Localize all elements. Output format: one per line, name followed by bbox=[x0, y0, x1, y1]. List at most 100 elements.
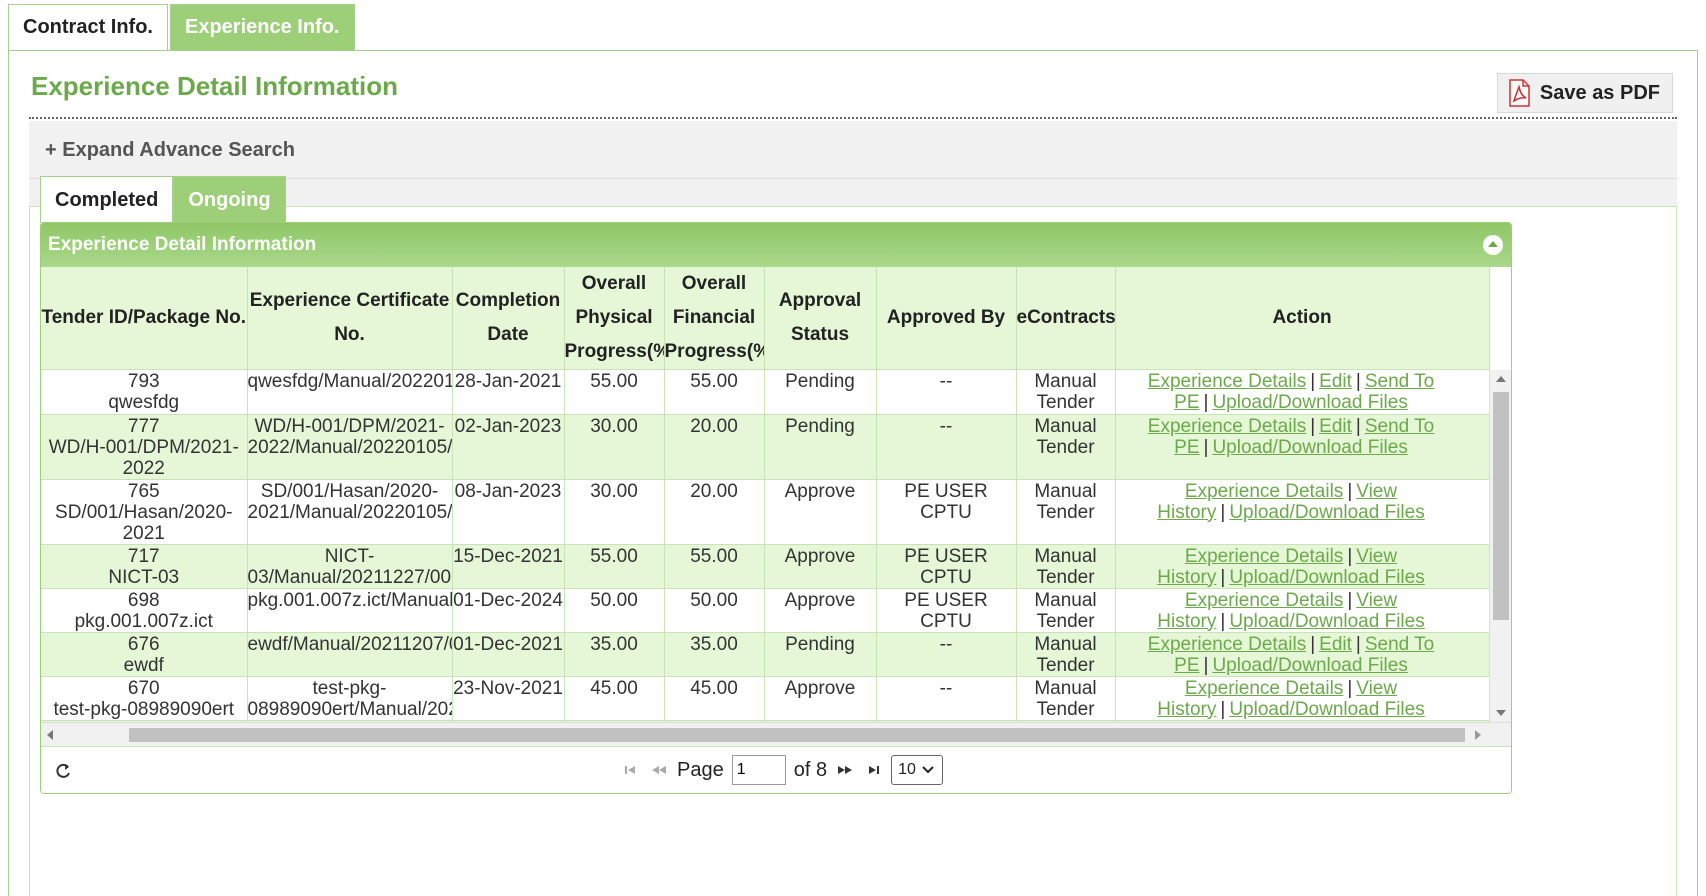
top-tabs: Contract Info. Experience Info. bbox=[8, 4, 355, 51]
action-separator: | bbox=[1347, 545, 1353, 567]
page-size-value: 10 bbox=[898, 761, 916, 778]
page-label: Page bbox=[677, 758, 724, 781]
scroll-right-icon[interactable] bbox=[1475, 730, 1481, 740]
cell-certificate-no: SD/001/Hasan/2020-2021/Manual/20220105/0 bbox=[247, 479, 453, 544]
action-separator: | bbox=[1355, 633, 1361, 655]
experience-details-link[interactable]: Experience Details bbox=[1148, 416, 1306, 437]
cell-tender-id-text: NICT-03 bbox=[108, 566, 180, 588]
scroll-left-icon[interactable] bbox=[47, 730, 53, 740]
cell-tender-id-text: SD/001/Hasan/2020-2021 bbox=[55, 501, 233, 544]
upload-download-files-link[interactable]: Upload/Download Files bbox=[1229, 567, 1424, 588]
tab-experience-info[interactable]: Experience Info. bbox=[170, 4, 355, 51]
cell-completion-date-text: 01-Dec-2024 bbox=[453, 589, 563, 611]
upload-download-files-link[interactable]: Upload/Download Files bbox=[1229, 502, 1424, 523]
next-page-icon[interactable] bbox=[835, 760, 855, 780]
experience-details-link[interactable]: Experience Details bbox=[1148, 634, 1306, 655]
expand-advance-search[interactable]: + Expand Advance Search bbox=[29, 121, 1677, 179]
tab-ongoing[interactable]: Ongoing bbox=[173, 176, 286, 223]
cell-action: Experience Details | View History | Upload/D… bbox=[1115, 588, 1490, 632]
first-page-icon[interactable] bbox=[621, 760, 641, 780]
cell-physical-progress-text: 35.00 bbox=[590, 633, 638, 655]
cell-financial-progress: 55.00 bbox=[664, 544, 765, 588]
upload-download-files-link[interactable]: Upload/Download Files bbox=[1229, 611, 1424, 632]
table-row[interactable]: 676 ewdf ewdf/Manual/20211207/0 01-Dec-2021… bbox=[41, 632, 1490, 676]
edit-link[interactable]: Edit bbox=[1319, 416, 1352, 437]
cell-econtracts-text: Manual Tender bbox=[1034, 371, 1097, 413]
col-header-financial-progress[interactable]: Overall Financial Progress(%) bbox=[664, 267, 765, 370]
grid-body[interactable]: 793 qwesfdg qwesfdg/Manual/2022010 28-Jan-2… bbox=[41, 370, 1511, 722]
table-row[interactable]: 765 SD/001/Hasan/2020-2021 SD/001/Hasan/20… bbox=[41, 479, 1490, 544]
horizontal-scrollbar[interactable] bbox=[41, 722, 1511, 746]
cell-tender-id-text: 793 bbox=[127, 371, 160, 392]
cell-certificate-no: ewdf/Manual/20211207/0 bbox=[247, 632, 453, 676]
horizontal-scroll-thumb[interactable] bbox=[129, 728, 1465, 742]
col-header-certificate-no[interactable]: Experience Certificate No. bbox=[247, 267, 453, 370]
col-header-econtracts[interactable]: eContracts bbox=[1016, 267, 1116, 370]
col-header-approved-by[interactable]: Approved By bbox=[876, 267, 1017, 370]
scroll-down-icon[interactable] bbox=[1496, 710, 1506, 716]
edit-link[interactable]: Edit bbox=[1319, 371, 1352, 392]
cell-approval-status-text: Pending bbox=[785, 371, 855, 392]
page-count: of 8 bbox=[793, 758, 828, 781]
cell-econtracts-text: Manual Tender bbox=[1034, 545, 1097, 588]
col-header-physical-progress[interactable]: Overall Physical Progress(%) bbox=[564, 267, 665, 370]
cell-approved-by: PE USER CPTU bbox=[876, 588, 1017, 632]
experience-details-link[interactable]: Experience Details bbox=[1185, 481, 1343, 502]
experience-details-link[interactable]: Experience Details bbox=[1185, 590, 1343, 611]
table-row[interactable]: 777 WD/H-001/DPM/2021-2022 WD/H-001/DPM/20… bbox=[41, 414, 1490, 479]
scroll-up-icon[interactable] bbox=[1496, 376, 1506, 382]
cell-action: Experience Details | View History | Upload/D… bbox=[1115, 479, 1490, 544]
experience-details-link[interactable]: Experience Details bbox=[1148, 371, 1306, 392]
edit-link[interactable]: Edit bbox=[1319, 634, 1352, 655]
cell-physical-progress: 50.00 bbox=[564, 588, 665, 632]
cell-physical-progress: 30.00 bbox=[564, 414, 665, 479]
refresh-icon[interactable] bbox=[53, 761, 73, 781]
table-row[interactable]: 670 test-pkg-08989090ert test-pkg-08989090… bbox=[41, 676, 1490, 720]
cell-physical-progress-text: 30.00 bbox=[590, 480, 638, 502]
cell-tender-id-text: ewdf bbox=[123, 654, 164, 676]
cell-approval-status-text: Approve bbox=[784, 545, 856, 567]
pager: Page of 8 10 bbox=[41, 746, 1511, 793]
vertical-scrollbar[interactable] bbox=[1489, 370, 1511, 722]
experience-details-link[interactable]: Experience Details bbox=[1185, 678, 1343, 699]
prev-page-icon[interactable] bbox=[649, 760, 669, 780]
cell-financial-progress-text: 35.00 bbox=[690, 633, 738, 655]
vertical-scroll-thumb[interactable] bbox=[1493, 392, 1509, 620]
collapse-icon[interactable] bbox=[1483, 235, 1503, 255]
tab-contract-info[interactable]: Contract Info. bbox=[8, 4, 168, 51]
tab-completed[interactable]: Completed bbox=[40, 176, 174, 223]
sub-tabs: Completed Ongoing bbox=[40, 176, 286, 223]
cell-approval-status: Approve bbox=[764, 588, 877, 632]
cell-tender-id: 670 test-pkg-08989090ert bbox=[41, 676, 248, 720]
page-size-select[interactable]: 10 bbox=[891, 755, 944, 785]
col-header-action: Action bbox=[1115, 267, 1490, 370]
save-as-pdf-button[interactable]: Save as PDF bbox=[1496, 73, 1673, 113]
cell-econtracts-text: Manual Tender bbox=[1034, 480, 1097, 523]
cell-tender-id-text: 765 bbox=[127, 480, 160, 502]
cell-financial-progress-text: 55.00 bbox=[690, 545, 738, 567]
pdf-icon bbox=[1509, 79, 1530, 107]
table-row[interactable]: 717 NICT-03 NICT-03/Manual/20211227/005 15-… bbox=[41, 544, 1490, 588]
upload-download-files-link[interactable]: Upload/Download Files bbox=[1212, 437, 1407, 458]
col-header-tender-id[interactable]: Tender ID/Package No. bbox=[41, 267, 248, 370]
cell-financial-progress: 55.00 bbox=[664, 370, 765, 414]
cell-econtracts-text: Manual Tender bbox=[1034, 415, 1097, 458]
cell-tender-id: 698 pkg.001.007z.ict bbox=[41, 588, 248, 632]
upload-download-files-link[interactable]: Upload/Download Files bbox=[1212, 392, 1407, 413]
experience-details-link[interactable]: Experience Details bbox=[1185, 546, 1343, 567]
cell-physical-progress-text: 55.00 bbox=[590, 545, 638, 567]
col-header-completion-date[interactable]: Completion Date bbox=[452, 267, 565, 370]
page-number-input[interactable] bbox=[731, 755, 786, 785]
table-row[interactable]: 793 qwesfdg qwesfdg/Manual/2022010 28-Jan-2… bbox=[41, 370, 1490, 414]
cell-action: Experience Details | Edit | Send To PE | Uploa… bbox=[1115, 414, 1490, 479]
table-row[interactable]: 698 pkg.001.007z.ict pkg.001.007z.ict/Manu… bbox=[41, 588, 1490, 632]
col-header-approval-status[interactable]: Approval Status bbox=[764, 267, 877, 370]
upload-download-files-link[interactable]: Upload/Download Files bbox=[1229, 699, 1424, 720]
last-page-icon[interactable] bbox=[863, 760, 883, 780]
upload-download-files-link[interactable]: Upload/Download Files bbox=[1212, 655, 1407, 676]
cell-physical-progress-text: 45.00 bbox=[590, 677, 638, 699]
cell-approval-status-text: Pending bbox=[785, 633, 855, 655]
action-separator: | bbox=[1347, 677, 1353, 699]
cell-certificate-no: test-pkg-08989090ert/Manual/202 bbox=[247, 676, 453, 720]
chevron-down-icon bbox=[922, 766, 934, 774]
